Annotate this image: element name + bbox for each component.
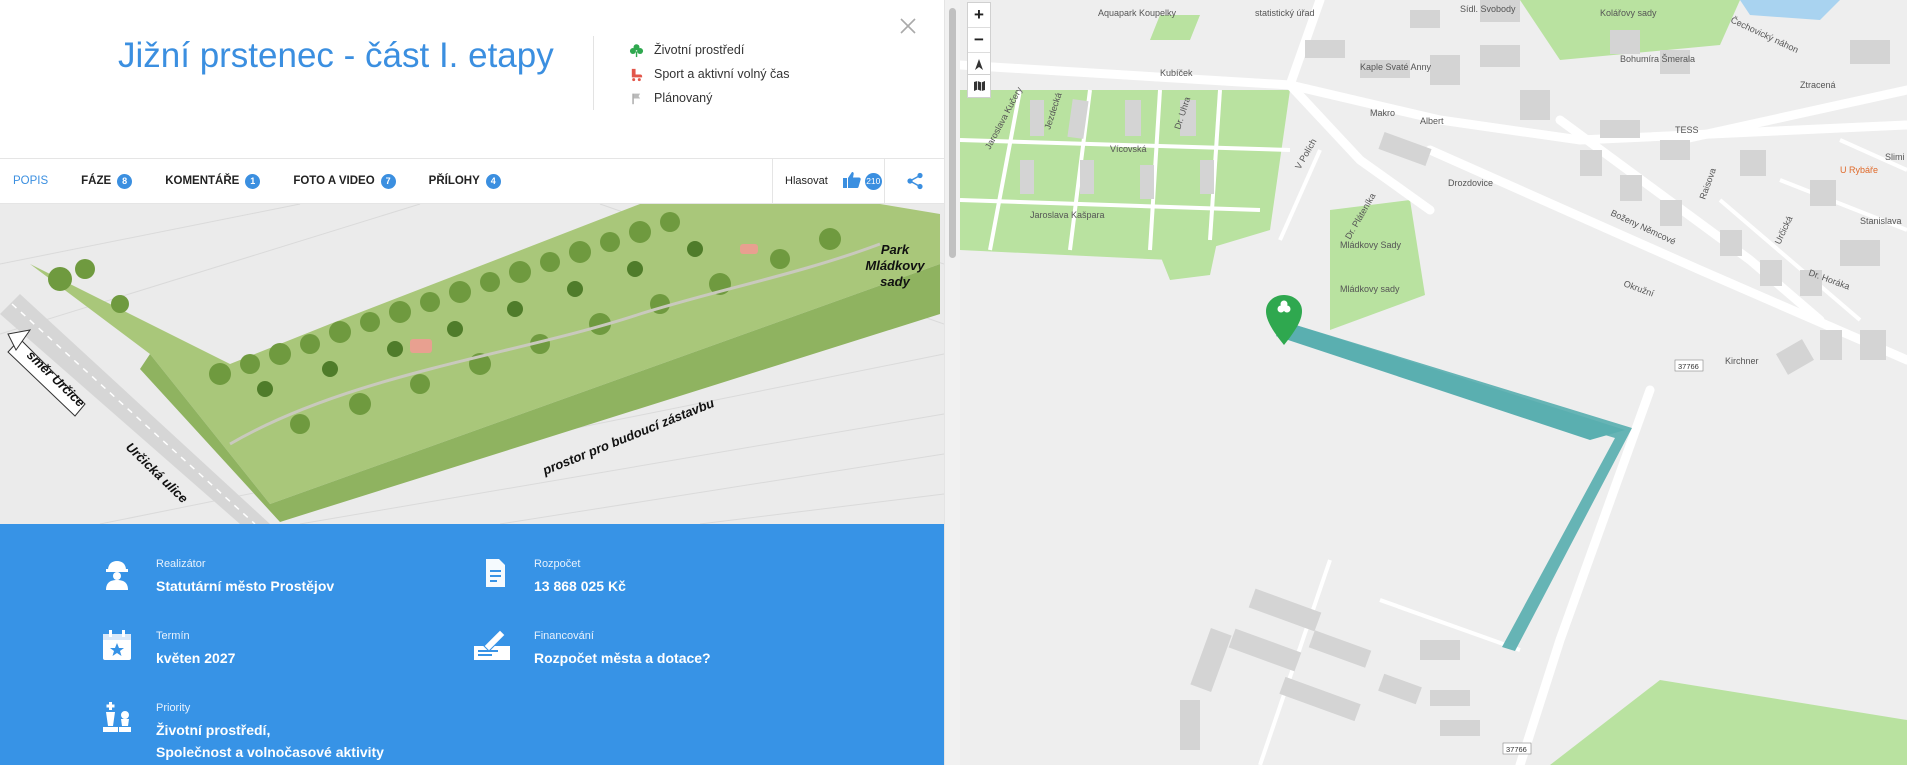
info-value: Statutární město Prostějov [156,578,335,594]
tab-faze[interactable]: FÁZE 8 [68,159,133,203]
tab-count-badge: 8 [117,173,133,189]
rollerskate-icon [628,66,644,82]
map-label: Mládkovy sady [1340,284,1400,294]
tab-foto-video[interactable]: FOTO A VIDEO 7 [280,159,396,203]
map-label: Jaroslava Kašpara [1030,210,1105,220]
project-info: Realizátor Statutární město Prostějov Roz… [0,524,944,765]
tab-count-badge: 4 [485,173,501,189]
zoom-out-button[interactable]: − [968,28,990,53]
tag-label: Plánovaný [654,91,713,105]
map-icon [973,81,985,91]
document-icon [486,559,505,587]
thumbs-up-icon [842,171,861,188]
map-label: statistický úřad [1255,8,1315,18]
map-label: Kirchner [1725,356,1759,366]
header-divider [593,36,594,110]
flag-icon [628,90,644,106]
vote-count: 210 [864,172,882,190]
info-rozpocet: Rozpočet 13 868 025 Kč [478,556,626,597]
plus-icon: + [974,5,984,24]
tab-label: FÁZE [81,175,112,187]
tab-label: FOTO A VIDEO [293,175,375,187]
info-label: Realizátor [156,558,206,570]
tag-label: Životní prostředí [654,43,745,57]
project-tags: Životní prostředí Sport a aktivní volný … [628,40,789,112]
tab-label: POPIS [13,175,49,187]
map-zoom-controls: + − [967,2,991,78]
map-label: Makro [1370,108,1395,118]
page-title: Jižní prstenec - část I. etapy [118,36,554,75]
minus-icon: − [974,30,984,49]
map-layers-button[interactable] [967,74,991,98]
worker-icon [106,561,128,590]
close-icon [900,18,916,34]
tab-komentare[interactable]: KOMENTÁŘE 1 [152,159,261,203]
scroll-thumb[interactable] [949,8,956,258]
map-label: Kolářovy sady [1600,8,1657,18]
info-value: Rozpočet města a dotace? [534,650,711,666]
map-label: TESS [1675,125,1699,135]
zoom-in-button[interactable]: + [968,3,990,28]
info-label: Rozpočet [534,558,581,570]
map-label: Slimi [1885,152,1905,162]
map-label: Sídl. Svobody [1460,4,1516,14]
map-label: Albert [1420,116,1444,126]
calendar-icon [103,630,131,660]
vote-button[interactable] [842,171,862,192]
info-label: Priority [156,702,191,714]
map[interactable]: Aquapark Koupelky statistický úřad Sídl.… [960,0,1907,765]
tab-label: PŘÍLOHY [428,175,480,187]
panel-scrollbar[interactable] [944,0,960,765]
tab-count-badge: 7 [380,173,396,189]
info-label: Termín [156,630,190,642]
info-realizator: Realizátor Statutární město Prostějov [100,556,334,597]
info-label: Financování [534,630,594,642]
map-label: Vícovská [1110,144,1147,154]
map-label: Ztracená [1800,80,1836,90]
map-label: Stanislava [1860,216,1902,226]
share-icon [907,172,923,190]
info-termin: Termín květen 2027 [100,628,235,669]
compass-icon [975,59,983,70]
info-priority: Priority Životní prostředí, Společnost a v… [100,700,384,763]
map-label: U Rybáře [1840,165,1878,175]
pen-paper-icon [474,629,510,660]
clover-icon [628,42,644,58]
info-value: 13 868 025 Kč [534,578,626,594]
tab-count-badge: 1 [245,173,261,189]
tag-environment: Životní prostředí [628,40,789,60]
tag-label: Sport a aktivní volný čas [654,67,790,81]
info-value-line-2: Společnost a volnočasové aktivity [156,744,384,760]
tab-label: KOMENTÁŘE [165,175,240,187]
tab-bar: POPIS FÁZE 8 KOMENTÁŘE 1 FOTO A VIDEO 7 PŘÍ… [0,158,944,204]
project-header: Jižní prstenec - část I. etapy Životní p… [0,0,944,158]
info-value-line-1: Životní prostředí, [156,722,271,738]
road-number: 37766 [1506,745,1527,754]
vote-label: Hlasovat [785,175,828,187]
share-button[interactable] [884,159,944,203]
project-detail-panel: Jižní prstenec - část I. etapy Životní p… [0,0,944,765]
map-label: Kubíček [1160,68,1193,78]
road-number: 37766 [1678,362,1699,371]
tag-status: Plánovaný [628,88,789,108]
tab-popis[interactable]: POPIS [0,159,48,203]
close-button[interactable] [896,14,920,38]
vote-box: Hlasovat 210 [772,159,884,203]
info-financovani: Financování Rozpočet města a dotace? [472,628,711,669]
map-label: Bohumíra Šmerala [1620,54,1695,64]
project-visualization[interactable]: směr Určice Určická ulice prostor pro bu… [0,204,944,524]
map-label: Drozdovice [1448,178,1493,188]
tab-prilohy[interactable]: PŘÍLOHY 4 [416,159,501,203]
info-value: květen 2027 [156,650,236,666]
map-label: Mládkovy Sady [1340,240,1402,250]
tag-sport: Sport a aktivní volný čas [628,64,789,84]
map-label: Aquapark Koupelky [1098,8,1177,18]
map-label: Kaple Svaté Anny [1360,62,1432,72]
chess-icon [103,702,131,732]
